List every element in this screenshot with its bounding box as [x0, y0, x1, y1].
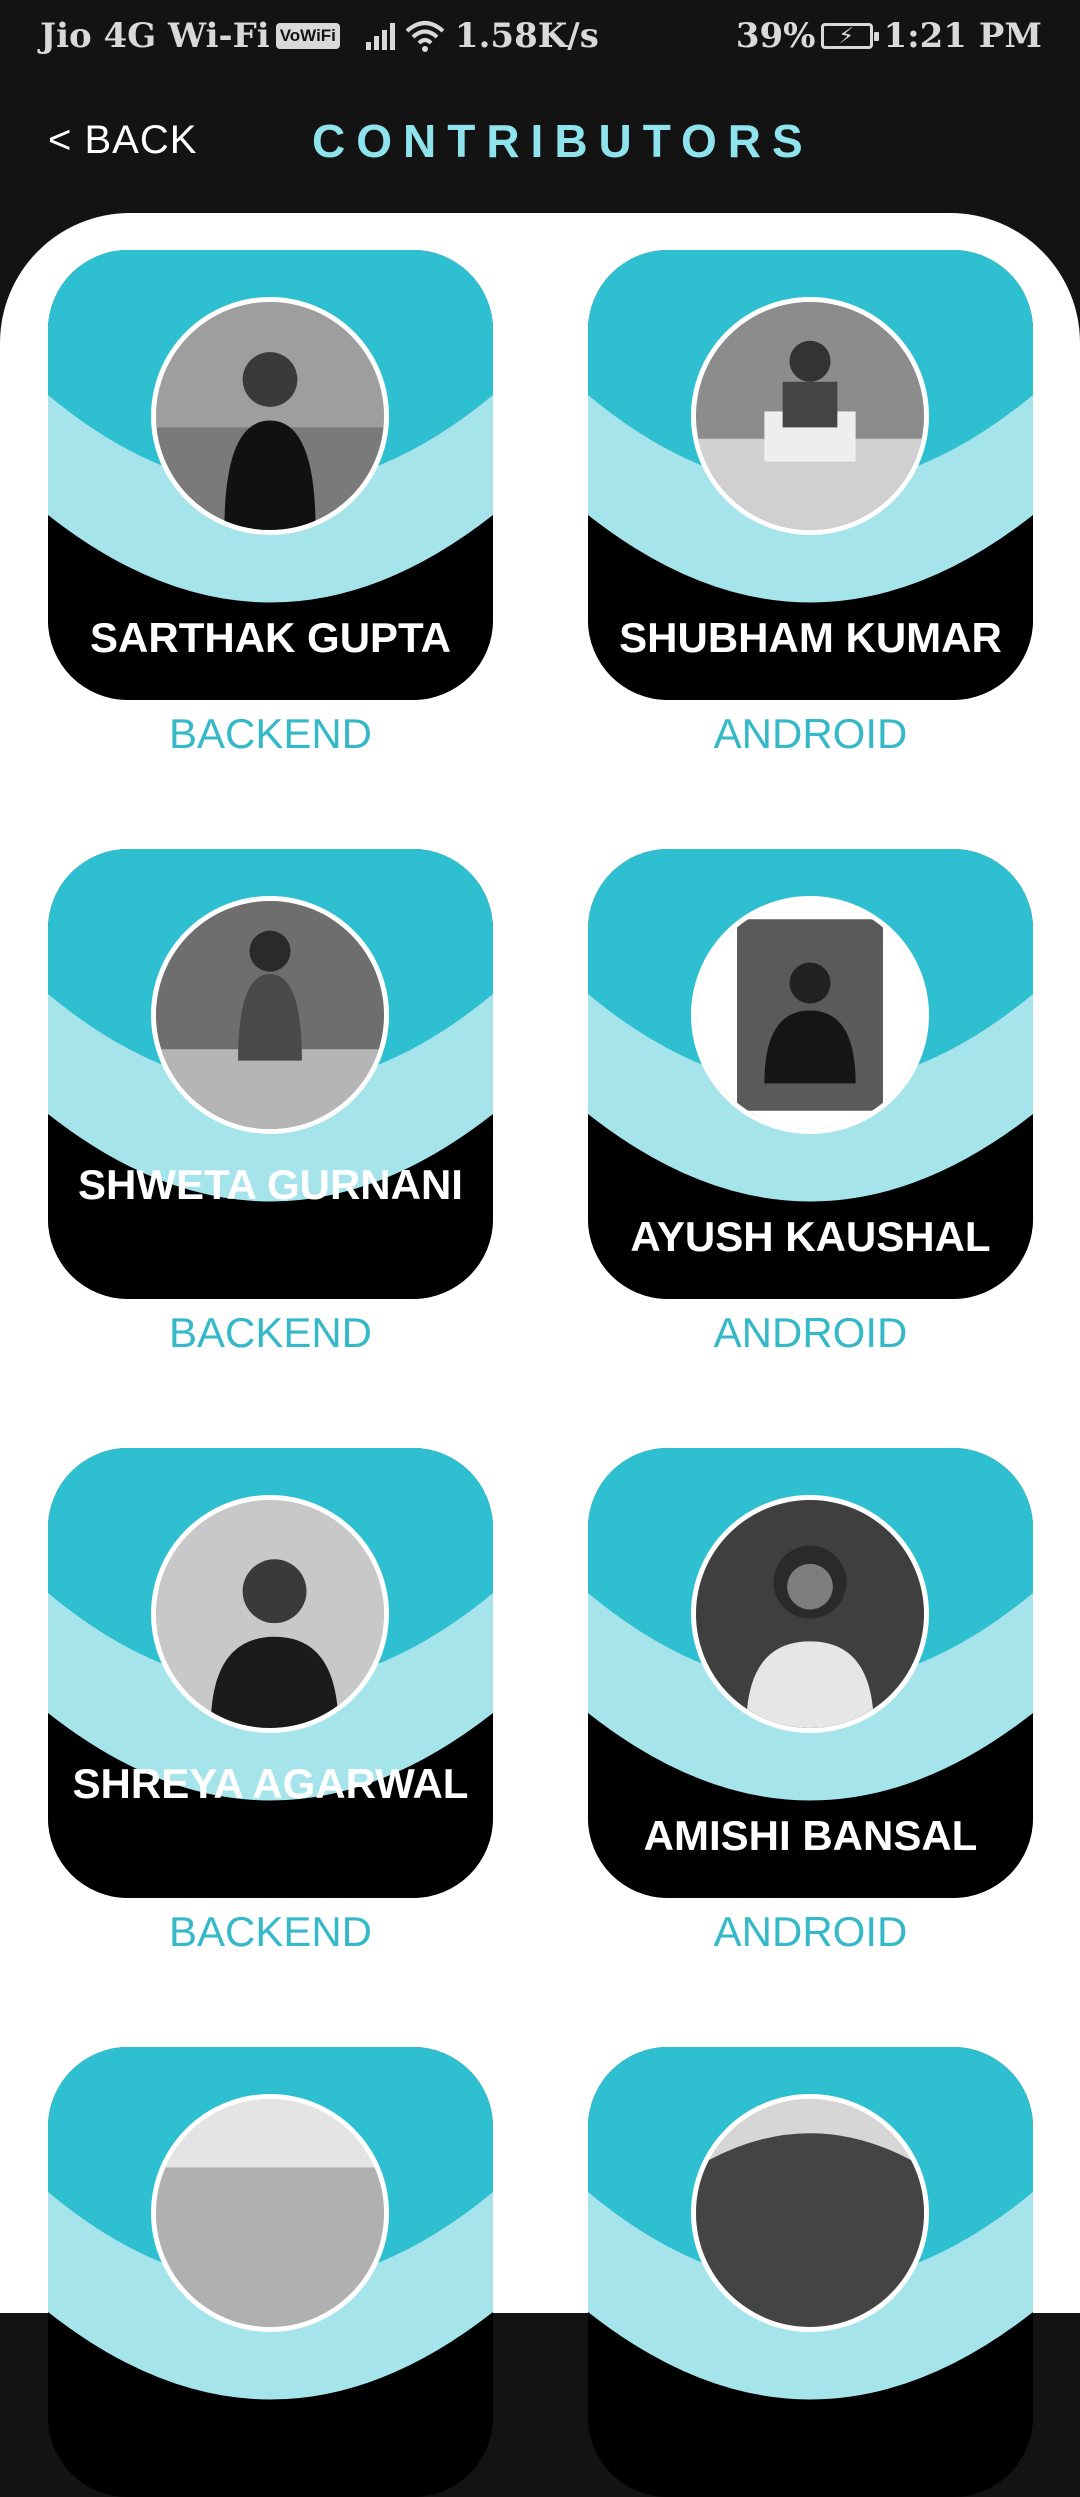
contributor-card[interactable]: AYUSH KAUSHAL — [588, 849, 1033, 1299]
network-speed: 1.58K/s — [454, 16, 599, 56]
contributor-card[interactable]: SHWETA GURNANI — [48, 849, 493, 1299]
avatar — [151, 1495, 389, 1733]
contributor-role: BACKEND — [168, 710, 373, 757]
battery-icon: ⚡ — [821, 23, 880, 49]
avatar — [691, 297, 929, 535]
contributors-panel: SARTHAK GUPTA BACKEND SHUBHAM KUMAR ANDR… — [0, 213, 1080, 2497]
contributor-card[interactable] — [588, 2047, 1033, 2497]
vowifi-badge: VoWiFi — [275, 23, 340, 49]
avatar — [691, 2094, 929, 2332]
status-right: 39% ⚡ 1:21 PM — [736, 16, 1042, 56]
avatar — [151, 896, 389, 1134]
avatar — [151, 297, 389, 535]
contributor-name: SARTHAK GUPTA — [90, 614, 451, 661]
signal-icon — [365, 22, 395, 50]
contributor-card[interactable]: SHUBHAM KUMAR — [588, 250, 1033, 700]
contributor-card[interactable] — [48, 2047, 493, 2497]
contributor-name: SHUBHAM KUMAR — [619, 614, 1002, 661]
contributor-name: AYUSH KAUSHAL — [630, 1213, 991, 1260]
contributor-card[interactable]: SARTHAK GUPTA — [48, 250, 493, 700]
wifi-icon — [405, 21, 445, 52]
back-button[interactable]: < BACK — [48, 118, 197, 163]
avatar — [691, 1495, 929, 1733]
contributor-name: SHREYA AGARWAL — [72, 1760, 469, 1807]
avatar — [691, 896, 929, 1134]
avatar — [151, 2094, 389, 2332]
contributor-card[interactable]: AMISHI BANSAL — [588, 1448, 1033, 1898]
contributor-role: BACKEND — [168, 1908, 373, 1955]
contributor-role: ANDROID — [713, 710, 908, 757]
page-title: CONTRIBUTORS — [312, 115, 814, 167]
carrier-label: Jio 4G Wi-Fi — [40, 16, 270, 56]
contributor-name: SHWETA GURNANI — [78, 1161, 463, 1208]
status-bar: Jio 4G Wi-Fi VoWiFi 1.58K/s 39% ⚡ 1:21 P… — [0, 0, 1080, 76]
contributor-role: ANDROID — [713, 1309, 908, 1356]
status-left: Jio 4G Wi-Fi VoWiFi 1.58K/s — [40, 16, 599, 56]
contributor-card[interactable]: SHREYA AGARWAL — [48, 1448, 493, 1898]
contributor-name: AMISHI BANSAL — [643, 1812, 978, 1859]
contributor-role: ANDROID — [713, 1908, 908, 1955]
clock: 1:21 PM — [883, 16, 1042, 56]
battery-percent: 39% — [735, 16, 816, 56]
contributor-role: BACKEND — [168, 1309, 373, 1356]
